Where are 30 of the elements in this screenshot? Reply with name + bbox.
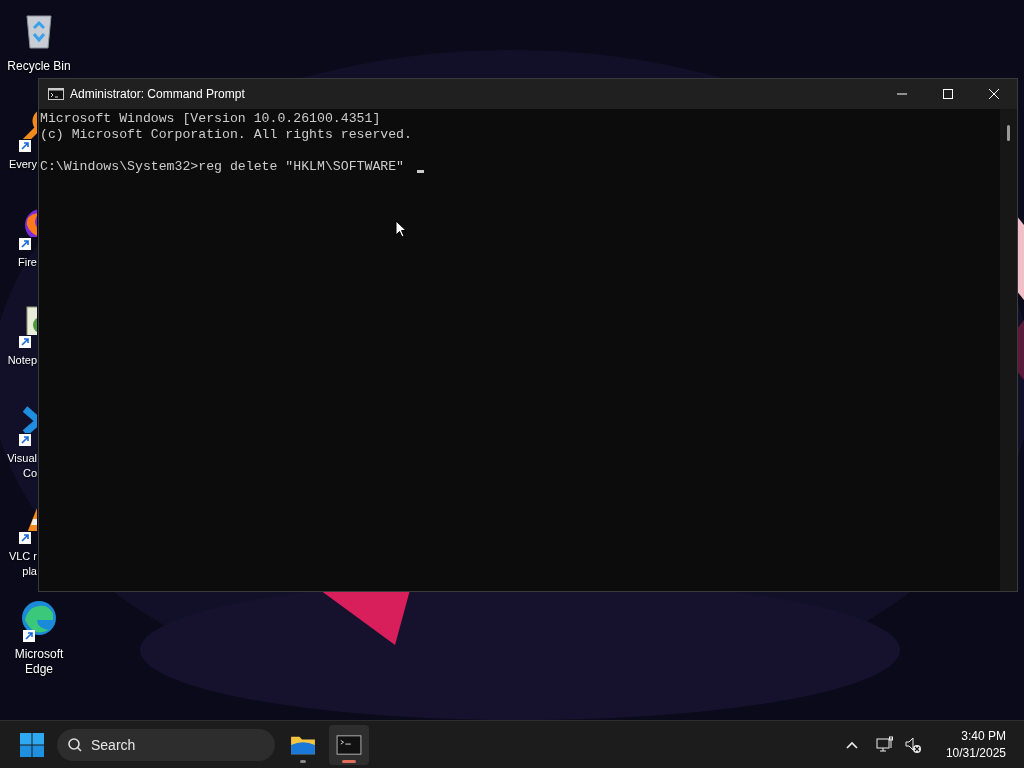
scrollbar-thumb[interactable] bbox=[1007, 125, 1010, 141]
mouse-pointer-icon bbox=[395, 220, 407, 238]
start-button[interactable] bbox=[20, 732, 44, 757]
console-icon bbox=[48, 88, 64, 100]
desktop-icon-label: Microsoft Edge bbox=[14, 647, 64, 677]
taskbar-app-button[interactable] bbox=[329, 724, 369, 765]
console-line: Microsoft Windows [Version 10.0.26100.4351] bbox=[40, 111, 381, 127]
desktop-icon-label: Visual Co bbox=[7, 451, 37, 481]
desktop-icon-label: Fire bbox=[18, 255, 37, 270]
terminal-icon bbox=[336, 733, 362, 756]
window-title: Administrator: Command Prompt bbox=[70, 87, 245, 101]
muted-speaker-icon[interactable] bbox=[903, 735, 922, 754]
network-icon[interactable] bbox=[875, 735, 894, 754]
desktop-icon-label: VLC r pla bbox=[8, 549, 37, 579]
clock[interactable]: 3:40 PM 10/31/2025 bbox=[945, 727, 1006, 762]
command-line: C:\Windows\System32>reg delete "HKLM\SOFTWARE" bbox=[40, 159, 406, 175]
search-icon bbox=[67, 736, 83, 753]
desktop-icon-label: Every bbox=[8, 157, 37, 172]
console-line: (c) Microsoft Corporation. All rights reserved. bbox=[40, 127, 412, 143]
close-icon[interactable] bbox=[989, 89, 999, 99]
edge-browser-icon[interactable] bbox=[19, 598, 59, 638]
desktop-icon-label: Recycle Bin bbox=[7, 59, 71, 74]
desktop-icon-label: Notep bbox=[7, 353, 37, 368]
time-text: 3:40 PM bbox=[961, 727, 1006, 745]
date-text: 10/31/2025 bbox=[945, 744, 1006, 762]
search-field[interactable]: Search bbox=[57, 728, 275, 761]
search-input[interactable]: Search bbox=[91, 728, 275, 761]
maximize-icon[interactable] bbox=[943, 89, 953, 99]
chevron-up-icon[interactable] bbox=[845, 740, 858, 749]
text-cursor bbox=[416, 170, 424, 173]
